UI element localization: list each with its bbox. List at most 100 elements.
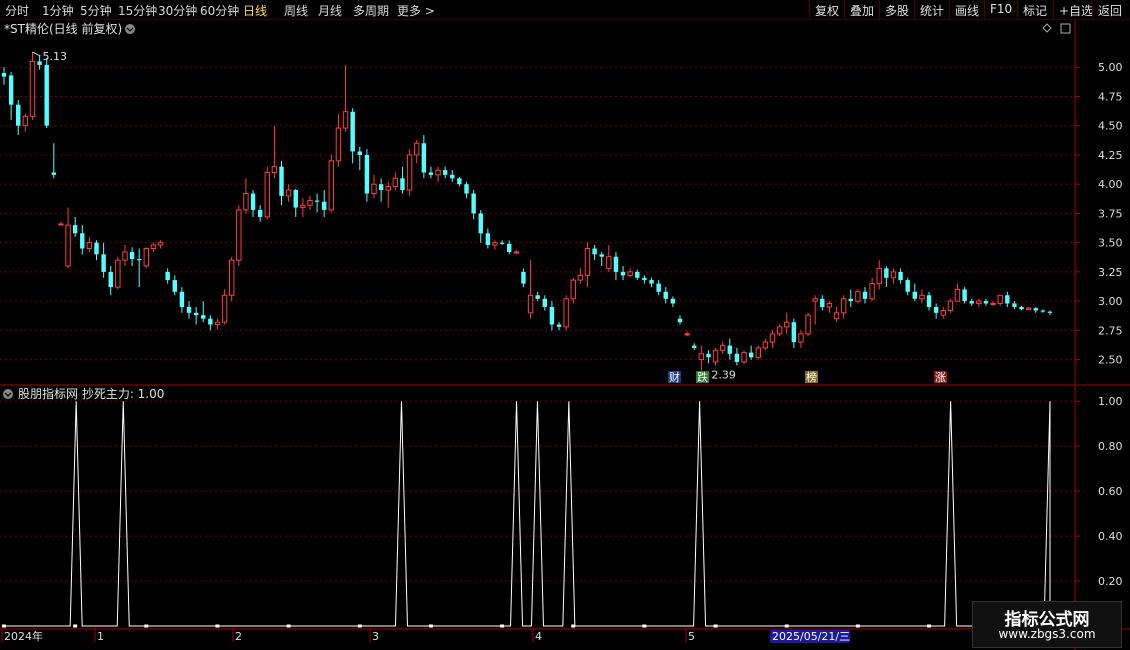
candle-body (58, 223, 64, 226)
candle-body (826, 302, 833, 308)
candle-body (435, 169, 441, 176)
toolbar-action-4[interactable]: 画线 (949, 0, 984, 19)
candle-body (442, 170, 448, 175)
candle-body (129, 252, 135, 260)
candle-body (101, 254, 106, 272)
period-tab-8[interactable]: 月线 (318, 2, 342, 19)
toolbar-action-6[interactable]: 标记 (1017, 0, 1052, 19)
candle-body (8, 75, 14, 105)
candle-body (122, 251, 128, 261)
candle-body (840, 298, 847, 314)
candle-body (890, 271, 897, 279)
candle-body (755, 347, 761, 358)
period-tab-10[interactable]: 更多 > (397, 2, 435, 19)
candle-body (328, 160, 335, 211)
indicator-line (4, 401, 1051, 627)
candle-body (983, 301, 989, 304)
event-marker-label: 财 (669, 370, 680, 384)
candle-body (521, 271, 526, 284)
candle-body (1033, 308, 1038, 311)
candle-body (186, 306, 192, 313)
candle-body (392, 177, 399, 188)
candle-body (350, 111, 355, 152)
period-tab-6[interactable]: 日线 (243, 2, 267, 19)
indicator-point (784, 624, 789, 628)
candle-body (406, 154, 413, 191)
candle-body (364, 154, 370, 194)
stock-title: *ST精伦(日线 前复权) (4, 21, 122, 36)
candle-body (450, 174, 455, 179)
candle-body (677, 318, 683, 323)
main-tick-label: 3.25 (1098, 266, 1123, 279)
candle-body (549, 306, 555, 325)
candle-body (44, 64, 49, 126)
candle-body (279, 166, 284, 196)
period-tab-9[interactable]: 多周期 (353, 2, 389, 19)
toolbar-action-5[interactable]: F10 (984, 0, 1017, 19)
candle-body (762, 341, 769, 349)
indicator-point (73, 624, 78, 628)
period-tab-3[interactable]: 15分钟 (118, 2, 157, 19)
date-label: 2 (235, 630, 242, 643)
cursor-date-label: 2025/05/21/三 (772, 630, 850, 643)
candle-body (157, 242, 164, 246)
candle-body (627, 271, 633, 276)
candle-body (72, 225, 78, 234)
period-tab-7[interactable]: 周线 (284, 2, 308, 19)
candle-body (208, 318, 213, 325)
date-axis: 2024年 1 2 3 4 5 2025/05/21/三 (1, 629, 850, 643)
candle-body (293, 190, 298, 208)
candle-body (136, 259, 142, 261)
candle-body (314, 200, 320, 202)
period-tab-1[interactable]: 1分钟 (42, 2, 74, 19)
toolbar-action-3[interactable]: 统计 (914, 0, 949, 19)
candle-body (684, 333, 690, 336)
indicator-tick-label: 0.60 (1098, 485, 1123, 498)
candle-body (464, 184, 469, 194)
toolbar-action-8[interactable]: 返回 (1092, 0, 1127, 19)
candle-body (37, 61, 42, 65)
title-dropdown-icon (125, 24, 135, 34)
main-tick-label: 4.00 (1098, 178, 1123, 191)
candle-body (884, 268, 889, 278)
main-tick-label: 4.75 (1098, 90, 1123, 103)
candle-body (492, 242, 498, 246)
toolbar-action-2[interactable]: 多股 (879, 0, 914, 19)
candle-body (712, 349, 719, 363)
toolbar-action-1[interactable]: 叠加 (844, 0, 879, 19)
candle-body (421, 143, 427, 173)
main-tick-label: 3.00 (1098, 295, 1123, 308)
indicator-tick-label: 0.80 (1098, 440, 1123, 453)
period-tab-4[interactable]: 30分钟 (158, 2, 197, 19)
indicator-title: 股朋指标网 抄死主力: 1.00 (18, 386, 164, 401)
toolbar-action-0[interactable]: 复权 (809, 0, 844, 19)
main-tick-label: 4.50 (1098, 120, 1123, 133)
candle-body (947, 300, 954, 311)
candle-body (1047, 311, 1053, 313)
candle-body (371, 183, 377, 195)
candle-body (250, 193, 256, 210)
candle-body (22, 115, 29, 127)
date-label: 2024年 (4, 629, 43, 643)
period-tab-0[interactable]: 分时 (5, 2, 29, 19)
candle-body (649, 280, 654, 284)
chart-area[interactable]: 5.00 4.75 4.50 4.25 4.00 3.75 3.50 3.25 3.00 2.75… (0, 20, 1130, 650)
candle-body (485, 233, 491, 245)
candle-body (769, 333, 776, 343)
date-label: 3 (372, 630, 379, 643)
candle-body (741, 352, 747, 363)
candle-body (143, 248, 150, 267)
candle-body (471, 193, 476, 214)
candle-body (862, 291, 868, 299)
main-tick-label: 3.50 (1098, 237, 1123, 250)
candle-body (997, 294, 1003, 304)
candle-body (51, 172, 57, 175)
candle-body (243, 193, 249, 211)
candle-body (150, 244, 157, 250)
period-tab-5[interactable]: 60分钟 (200, 2, 239, 19)
period-tab-2[interactable]: 5分钟 (80, 2, 112, 19)
indicator-y-axis: 1.00 0.80 0.60 0.40 0.20 (1075, 395, 1123, 588)
candle-body (321, 201, 327, 210)
date-label: 5 (688, 630, 695, 643)
candle-body (812, 298, 818, 302)
